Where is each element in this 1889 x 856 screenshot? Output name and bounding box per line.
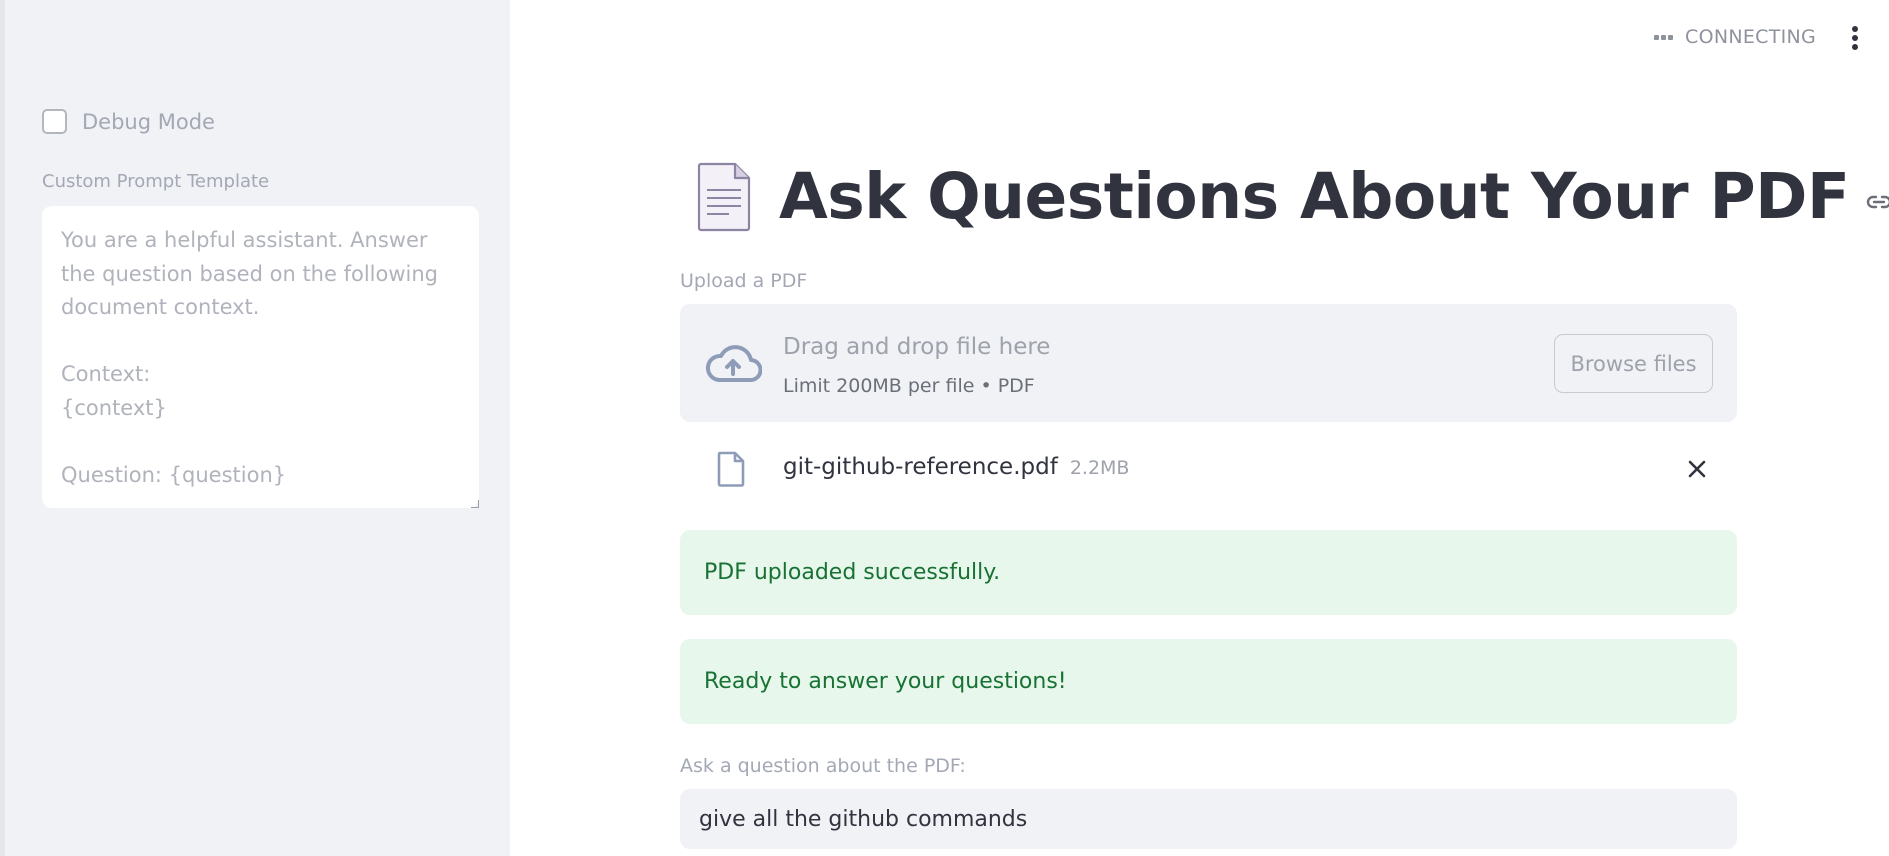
uploaded-file-row: git-github-reference.pdf 2.2MB — [680, 440, 1737, 500]
file-size: 2.2MB — [1069, 457, 1130, 479]
prompt-template-label: Custom Prompt Template — [42, 171, 270, 192]
debug-mode-checkbox[interactable]: Debug Mode — [42, 109, 215, 134]
prompt-template-textarea[interactable]: You are a helpful assistant. Answer the … — [42, 206, 479, 508]
browse-files-button[interactable]: Browse files — [1554, 334, 1713, 393]
dropzone-limit-text: Limit 200MB per file • PDF — [783, 375, 1035, 397]
question-input[interactable] — [680, 789, 1737, 849]
anchor-link-icon[interactable] — [1864, 187, 1889, 217]
main-menu-icon[interactable] — [1848, 26, 1862, 50]
debug-mode-label: Debug Mode — [82, 109, 215, 134]
textarea-resize-handle[interactable] — [469, 498, 479, 508]
file-name-group: git-github-reference.pdf 2.2MB — [783, 454, 1129, 480]
sidebar: Debug Mode Custom Prompt Template You ar… — [0, 0, 510, 856]
app-root: Debug Mode Custom Prompt Template You ar… — [0, 0, 1889, 856]
page-title: Ask Questions About Your PDF — [779, 160, 1850, 233]
remove-file-icon[interactable] — [1687, 459, 1707, 479]
upload-label: Upload a PDF — [680, 270, 808, 292]
status-text: CONNECTING — [1685, 26, 1817, 48]
file-icon — [717, 451, 745, 487]
ready-success-alert: Ready to answer your questions! — [680, 639, 1737, 724]
upload-success-alert: PDF uploaded successfully. — [680, 530, 1737, 615]
file-name: git-github-reference.pdf — [783, 454, 1058, 480]
status-dots-icon — [1654, 34, 1673, 40]
document-icon — [697, 162, 751, 231]
checkbox-box[interactable] — [42, 109, 67, 134]
dropzone-main-text: Drag and drop file here — [783, 334, 1051, 360]
page-title-row: Ask Questions About Your PDF — [695, 160, 1889, 233]
connection-status: CONNECTING — [1654, 26, 1816, 48]
alert-text: PDF uploaded successfully. — [704, 560, 1001, 585]
cloud-upload-icon — [706, 345, 762, 382]
file-dropzone[interactable]: Drag and drop file here Limit 200MB per … — [680, 304, 1737, 422]
question-label: Ask a question about the PDF: — [680, 755, 966, 777]
alert-text: Ready to answer your questions! — [704, 669, 1067, 694]
